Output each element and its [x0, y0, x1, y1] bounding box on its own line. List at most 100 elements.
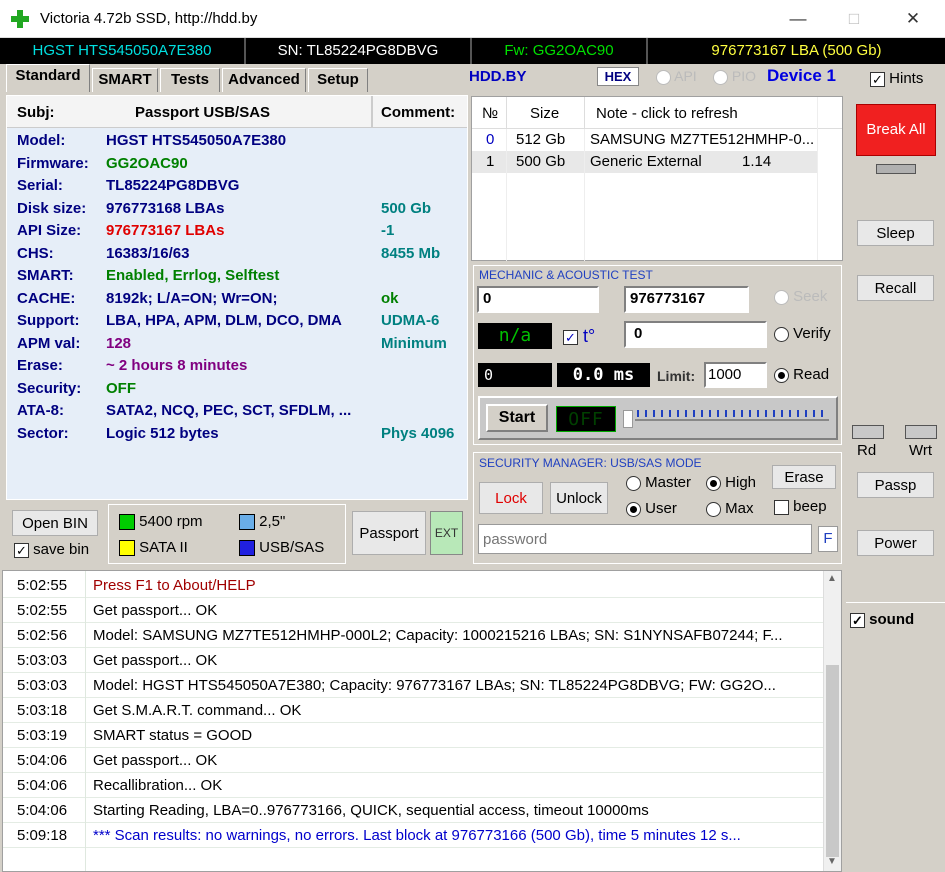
log-entry[interactable]: 5:02:55 Press F1 to About/HELP: [3, 573, 823, 598]
master-label: Master: [645, 474, 692, 491]
master-radio[interactable]: Master: [626, 474, 691, 491]
erase-button[interactable]: Erase: [772, 465, 836, 489]
temp-checkbox[interactable]: ✓ t°: [563, 326, 595, 347]
minimize-button[interactable]: —: [775, 0, 821, 38]
api-radio[interactable]: API: [656, 68, 697, 85]
recall-button[interactable]: Recall: [857, 275, 934, 301]
high-radio[interactable]: High: [706, 474, 756, 491]
log-entry[interactable]: 5:04:06 Starting Reading, LBA=0..97677316…: [3, 798, 823, 823]
power-button[interactable]: Power: [857, 530, 934, 556]
beep-checkbox[interactable]: beep: [774, 498, 827, 515]
maximize-button[interactable]: □: [831, 0, 877, 38]
sleep-button[interactable]: Sleep: [857, 220, 934, 246]
log-entry[interactable]: 5:02:56 Model: SAMSUNG MZ7TE512HMHP-000L2…: [3, 623, 823, 648]
passport-field-value: Logic 512 bytes: [106, 424, 219, 442]
passport-field-label: SMART:: [17, 267, 74, 284]
subj-label: Subj:: [17, 104, 55, 121]
passport-field-label: CHS:: [17, 244, 54, 262]
end-lba-input[interactable]: 976773167: [624, 286, 749, 313]
hex-button[interactable]: HEX: [597, 67, 639, 86]
passport-row: Disk size: 976773168 LBAs 500 Gb: [7, 198, 467, 220]
unlock-button[interactable]: Unlock: [550, 482, 608, 514]
log-divider: [85, 571, 86, 871]
passp-button[interactable]: Passp: [857, 472, 934, 498]
break-all-button[interactable]: Break All: [856, 104, 936, 156]
wrt-label: Wrt: [909, 442, 933, 459]
user-radio[interactable]: User: [626, 500, 677, 517]
seek-radio[interactable]: Seek: [774, 288, 827, 305]
security-panel: SECURITY MANAGER: USB/SAS MODE Lock Unlo…: [473, 452, 842, 564]
tab-advanced[interactable]: Advanced: [222, 68, 306, 92]
seek-label: Seek: [793, 288, 828, 305]
log-entry[interactable]: 5:03:19 SMART status = GOOD: [3, 723, 823, 748]
drive-row[interactable]: 1 500 Gb Generic External 1.14: [472, 151, 817, 173]
passport-field-label: Support:: [17, 312, 80, 329]
passport-field-value: GG2OAC90: [106, 154, 188, 172]
log-time: 5:04:06: [17, 752, 68, 769]
scroll-up-icon[interactable]: ▲: [827, 573, 837, 584]
passport-button[interactable]: Passport: [352, 511, 426, 555]
col-divider: [506, 97, 507, 129]
log-entry[interactable]: 5:03:18 Get S.M.A.R.T. command... OK: [3, 698, 823, 723]
passport-field-label: CACHE:: [17, 289, 76, 307]
tab-smart[interactable]: SMART: [92, 68, 158, 92]
col-size[interactable]: Size: [530, 105, 559, 122]
passport-header: Subj: Passport USB/SAS Comment:: [7, 96, 467, 128]
lock-button[interactable]: Lock: [479, 482, 543, 514]
seek-radio-icon: [774, 289, 789, 305]
speed-slider[interactable]: [623, 406, 831, 432]
hints-checkbox[interactable]: ✓ Hints: [870, 70, 923, 87]
scroll-down-icon[interactable]: ▼: [827, 856, 837, 867]
api-label: API: [674, 68, 697, 84]
start-lba-input[interactable]: 0: [477, 286, 599, 313]
log-entry[interactable]: 5:02:55 Get passport... OK: [3, 598, 823, 623]
col-no[interactable]: №: [482, 105, 498, 122]
log-entry[interactable]: 5:09:18 *** Scan results: no warnings, no…: [3, 823, 823, 848]
comment-label: Comment:: [381, 104, 456, 121]
f-button[interactable]: F: [818, 526, 838, 552]
sound-label: sound: [869, 611, 915, 628]
log-entry[interactable]: 5:04:06 Get passport... OK: [3, 748, 823, 773]
time-ms-display: 0.0 ms: [557, 363, 650, 387]
verify-radio[interactable]: Verify: [774, 325, 831, 342]
passport-field-value: 8192k; L/A=ON; Wr=ON;: [106, 289, 278, 307]
drive-no: 0: [486, 131, 495, 148]
device-label[interactable]: Device 1: [767, 66, 836, 86]
col-note[interactable]: Note - click to refresh: [596, 105, 738, 122]
slider-thumb[interactable]: [623, 410, 633, 428]
passport-field-label: Firmware:: [17, 154, 89, 172]
log-scrollbar[interactable]: ▲ ▼: [823, 571, 841, 871]
save-bin-checkbox[interactable]: ✓ save bin: [14, 541, 89, 558]
passport-field-label: API Size:: [17, 222, 82, 239]
passport-panel: Subj: Passport USB/SAS Comment: Model: HG…: [6, 95, 468, 500]
api-radio-icon: [656, 69, 671, 85]
passport-row: Firmware: GG2OAC90: [7, 153, 467, 175]
close-button[interactable]: ✕: [890, 0, 936, 38]
tab-tests[interactable]: Tests: [160, 68, 220, 92]
ext-button[interactable]: EXT: [430, 511, 463, 555]
start-button[interactable]: Start: [486, 404, 548, 432]
log-entry[interactable]: 5:03:03 Get passport... OK: [3, 648, 823, 673]
verify-value-input[interactable]: 0: [624, 321, 767, 348]
pio-radio[interactable]: PIO: [713, 68, 756, 85]
passport-field-label: Serial:: [17, 177, 63, 194]
password-input[interactable]: [478, 524, 812, 554]
log-entry[interactable]: 5:04:06 Recallibration... OK: [3, 773, 823, 798]
tab-standard[interactable]: Standard: [6, 64, 90, 92]
tab-setup[interactable]: Setup: [308, 68, 368, 92]
passport-field-label: Disk size:: [17, 199, 87, 217]
limit-input[interactable]: 1000: [704, 362, 767, 388]
log-time: 5:09:18: [17, 827, 68, 844]
passport-row: ATA-8: SATA2, NCQ, PEC, SCT, SFDLM, ...: [7, 400, 467, 422]
passport-row: Erase: ~ 2 hours 8 minutes: [7, 355, 467, 377]
passport-row: Sector: Logic 512 bytes Phys 4096: [7, 423, 467, 445]
log-entry[interactable]: 5:03:03 Model: HGST HTS545050A7E380; Capa…: [3, 673, 823, 698]
scroll-thumb[interactable]: [826, 665, 839, 857]
max-radio[interactable]: Max: [706, 500, 754, 517]
read-radio[interactable]: Read: [774, 366, 829, 383]
sound-checkbox[interactable]: ✓ sound: [850, 611, 914, 628]
hdd-by-link[interactable]: HDD.BY: [469, 68, 527, 85]
drive-row[interactable]: 0 512 Gb SAMSUNG MZ7TE512HMHP-0...: [472, 129, 817, 151]
open-bin-button[interactable]: Open BIN: [12, 510, 98, 536]
passport-row: APM val: 128 Minimum: [7, 333, 467, 355]
